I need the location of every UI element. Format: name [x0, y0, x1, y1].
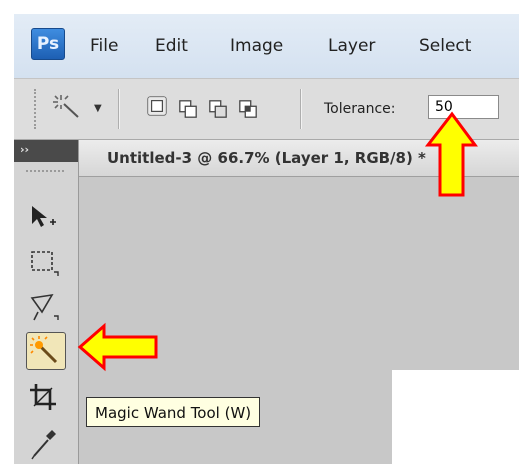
photoshop-window: Ps File Edit Image Layer Select ▼ Tolera… [14, 14, 519, 464]
annotation-layer [77, 111, 478, 372]
annotation-arrow-left [77, 322, 158, 372]
annotation-arrow-up [424, 111, 478, 197]
